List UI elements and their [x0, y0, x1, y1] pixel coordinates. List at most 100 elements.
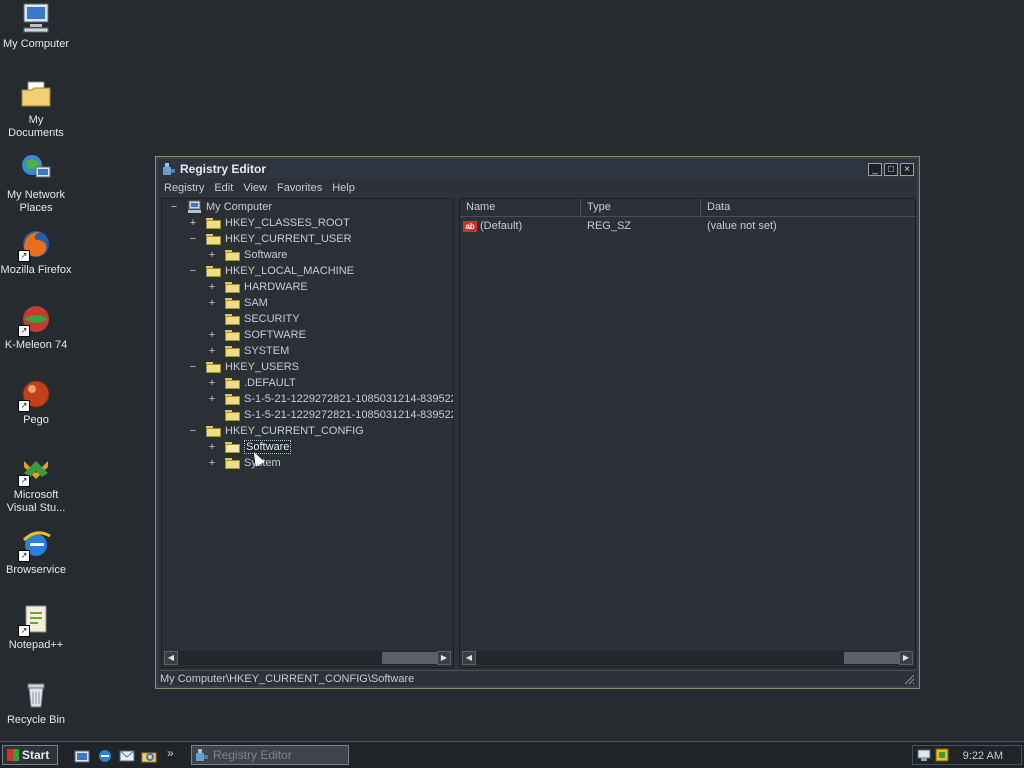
- tree-node-hkey-users[interactable]: − HKEY_USERS: [188, 359, 299, 375]
- close-button[interactable]: ×: [900, 162, 914, 176]
- tree-node-hkcc-software[interactable]: + Software: [207, 439, 292, 455]
- tree-node-hkcc-system[interactable]: + System: [207, 455, 281, 471]
- tree-node-label: .DEFAULT: [244, 377, 296, 389]
- collapse-toggle[interactable]: −: [188, 361, 198, 373]
- clock[interactable]: 9:22 AM: [963, 746, 1003, 766]
- value-data: (value not set): [707, 220, 777, 232]
- scroll-right-arrow-icon[interactable]: ▶: [437, 651, 451, 665]
- expand-toggle[interactable]: +: [188, 217, 198, 229]
- menu-edit[interactable]: Edit: [209, 182, 238, 194]
- folder-icon: [225, 249, 241, 261]
- tree-node-hkey-current-config[interactable]: − HKEY_CURRENT_CONFIG: [188, 423, 364, 439]
- expand-toggle[interactable]: +: [207, 329, 217, 341]
- folder-icon: [225, 409, 241, 421]
- collapse-toggle[interactable]: −: [169, 201, 179, 213]
- registry-tree-pane[interactable]: − My Computer + HKEY_CLASSES_ROOT − HKEY…: [161, 198, 454, 668]
- status-path: My Computer\HKEY_CURRENT_CONFIG\Software: [160, 673, 415, 685]
- tree-node-security[interactable]: SECURITY: [207, 311, 300, 327]
- expand-toggle[interactable]: +: [207, 345, 217, 357]
- expand-toggle[interactable]: +: [207, 297, 217, 309]
- column-header-data[interactable]: Data: [701, 199, 915, 216]
- registry-values-pane[interactable]: Name Type Data ab (Default) REG_SZ (value…: [459, 198, 916, 668]
- resize-grip-icon[interactable]: [903, 673, 915, 685]
- menu-view[interactable]: View: [238, 182, 272, 194]
- title-bar[interactable]: Registry Editor _ □ ×: [159, 160, 916, 178]
- desktop-icon-browservice[interactable]: ↗ Browservice: [0, 528, 72, 577]
- desktop-icon-label: My Computer: [2, 38, 70, 50]
- column-header-name[interactable]: Name: [460, 199, 581, 216]
- tree-node-hkey-current-user[interactable]: − HKEY_CURRENT_USER: [188, 231, 352, 247]
- expand-toggle[interactable]: +: [207, 377, 217, 389]
- tree-node-hkey-local-machine[interactable]: − HKEY_LOCAL_MACHINE: [188, 263, 354, 279]
- folder-icon: [225, 297, 241, 309]
- list-horizontal-scrollbar[interactable]: ◀ ▶: [462, 651, 913, 665]
- tree-node-hklm-system[interactable]: + SYSTEM: [207, 343, 289, 359]
- list-header: Name Type Data: [460, 199, 915, 217]
- quicklaunch-overflow-chevron[interactable]: »: [167, 746, 174, 760]
- collapse-toggle[interactable]: −: [188, 265, 198, 277]
- shortcut-arrow-icon: ↗: [18, 400, 30, 412]
- tree-node-user-sid-classes[interactable]: S-1-5-21-1229272821-1085031214-8395221: [207, 407, 453, 423]
- expand-toggle[interactable]: +: [207, 249, 217, 261]
- tree-node-label: HKEY_CURRENT_CONFIG: [225, 425, 364, 437]
- desktop-icon-label: Notepad++: [8, 639, 64, 651]
- desktop-icon-pego[interactable]: ↗ Pego: [0, 378, 72, 427]
- tree-node-sam[interactable]: + SAM: [207, 295, 268, 311]
- menu-registry[interactable]: Registry: [159, 182, 209, 194]
- pego-icon: ↗: [18, 378, 52, 412]
- expand-toggle[interactable]: +: [207, 281, 217, 293]
- tree-node-user-sid[interactable]: + S-1-5-21-1229272821-1085031214-8395221: [207, 391, 453, 407]
- internet-explorer-icon[interactable]: [97, 748, 113, 764]
- collapse-toggle[interactable]: −: [188, 425, 198, 437]
- value-row[interactable]: ab (Default) REG_SZ (value not set): [460, 218, 915, 234]
- folder-icon: [225, 281, 241, 293]
- tree-horizontal-scrollbar[interactable]: ◀ ▶: [164, 651, 451, 665]
- taskbar-button-registry-editor[interactable]: Registry Editor: [191, 745, 349, 765]
- menu-bar: Registry Edit View Favorites Help: [159, 179, 916, 197]
- registry-editor-window[interactable]: Registry Editor _ □ × Registry Edit View…: [155, 156, 920, 689]
- expand-toggle[interactable]: +: [207, 441, 217, 453]
- collapse-toggle[interactable]: −: [188, 233, 198, 245]
- scroll-right-arrow-icon[interactable]: ▶: [899, 651, 913, 665]
- security-tray-icon[interactable]: [935, 748, 949, 762]
- taskbar: Start » Registry Editor 9:22 AM: [0, 741, 1024, 768]
- scroll-left-arrow-icon[interactable]: ◀: [462, 651, 476, 665]
- desktop-icon-network-places[interactable]: My Network Places: [0, 153, 72, 215]
- firefox-icon: ↗: [18, 228, 52, 262]
- desktop-icon-my-documents[interactable]: My Documents: [0, 78, 72, 140]
- desktop-icon-k-meleon[interactable]: ↗ K-Meleon 74: [0, 303, 72, 352]
- tree-node-label: HKEY_USERS: [225, 361, 299, 373]
- tree-node-label: HARDWARE: [244, 281, 308, 293]
- tree-node-hkey-classes-root[interactable]: + HKEY_CLASSES_ROOT: [188, 215, 350, 231]
- desktop-icon-firefox[interactable]: ↗ Mozilla Firefox: [0, 228, 72, 277]
- menu-help[interactable]: Help: [327, 182, 360, 194]
- show-desktop-icon[interactable]: [74, 748, 90, 764]
- scroll-left-arrow-icon[interactable]: ◀: [164, 651, 178, 665]
- tree-node-label: HKEY_CLASSES_ROOT: [225, 217, 350, 229]
- expand-toggle[interactable]: +: [207, 393, 217, 405]
- outlook-express-icon[interactable]: [119, 748, 135, 764]
- desktop-icon-notepad-plus-plus[interactable]: ↗ Notepad++: [0, 603, 72, 652]
- desktop-icon-visual-studio[interactable]: ↗ Microsoft Visual Stu...: [0, 453, 72, 515]
- expand-toggle[interactable]: +: [207, 457, 217, 469]
- tree-node-hkcu-software[interactable]: + Software: [207, 247, 287, 263]
- menu-favorites[interactable]: Favorites: [272, 182, 327, 194]
- tree-node-default[interactable]: + .DEFAULT: [207, 375, 296, 391]
- column-header-type[interactable]: Type: [581, 199, 701, 216]
- scrollbar-thumb[interactable]: [844, 652, 902, 664]
- maximize-button[interactable]: □: [884, 162, 898, 176]
- explorer-folder-icon[interactable]: [141, 748, 157, 764]
- tree-node-my-computer[interactable]: − My Computer: [169, 199, 272, 215]
- folder-icon: [225, 393, 241, 405]
- tree-node-hardware[interactable]: + HARDWARE: [207, 279, 308, 295]
- desktop-icon-recycle-bin[interactable]: Recycle Bin: [0, 678, 72, 727]
- desktop-icon-my-computer[interactable]: My Computer: [0, 2, 72, 51]
- open-folder-icon: [225, 441, 241, 453]
- tree-node-label: S-1-5-21-1229272821-1085031214-8395221: [244, 393, 453, 405]
- network-tray-icon[interactable]: [917, 748, 931, 762]
- tree-node-hklm-software[interactable]: + SOFTWARE: [207, 327, 306, 343]
- minimize-button[interactable]: _: [868, 162, 882, 176]
- folder-icon: [225, 345, 241, 357]
- scrollbar-thumb[interactable]: [382, 652, 438, 664]
- start-button[interactable]: Start: [2, 745, 58, 765]
